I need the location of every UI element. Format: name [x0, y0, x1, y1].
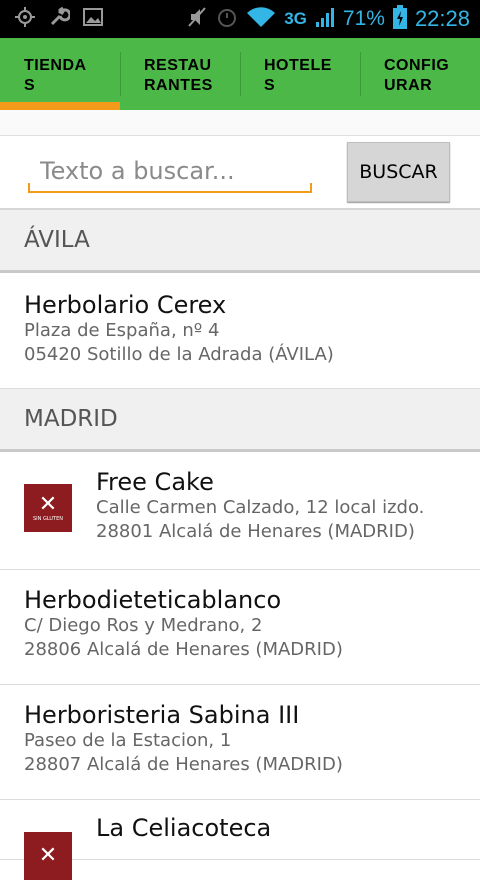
search-input[interactable]	[28, 151, 326, 191]
location-icon	[14, 6, 36, 33]
list-item[interactable]: Herbodieteticablanco C/ Diego Ros y Medr…	[0, 570, 480, 685]
item-city: 28807 Alcalá de Henares (MADRID)	[24, 754, 343, 775]
signal-icon	[315, 6, 335, 33]
section-header-madrid: MADRID	[0, 389, 480, 452]
item-address: Paseo de la Estacion, 1	[24, 730, 232, 751]
section-header-avila: ÁVILA	[0, 210, 480, 273]
mute-icon	[186, 6, 208, 33]
item-city: 28806 Alcalá de Henares (MADRID)	[24, 639, 343, 660]
item-name: Herbodieteticablanco	[24, 586, 282, 614]
tab-configurar[interactable]: CONFIG URAR	[360, 38, 480, 110]
search-row: BUSCAR	[0, 136, 480, 210]
network-type: 3G	[284, 9, 307, 28]
battery-icon	[392, 4, 407, 34]
tab-restaurantes[interactable]: RESTAU RANTES	[120, 38, 240, 110]
status-bar: 3G 71% 22:28	[0, 0, 480, 38]
item-name: Free Cake	[96, 468, 214, 496]
item-city: 05420 Sotillo de la Adrada (ÁVILA)	[24, 344, 334, 365]
tab-hoteles[interactable]: HOTELE S	[240, 38, 360, 110]
alarm-icon	[216, 6, 238, 33]
search-button[interactable]: BUSCAR	[347, 142, 450, 202]
search-field-wrapper	[28, 151, 326, 193]
chef-hat-icon: ✕	[38, 492, 58, 517]
battery-percent: 71%	[342, 7, 385, 30]
gluten-free-logo: ✕	[24, 832, 72, 880]
item-name: La Celiacoteca	[96, 814, 272, 842]
list-item[interactable]: Herboristeria Sabina III Paseo de la Est…	[0, 685, 480, 800]
item-city: 28801 Alcalá de Henares (MADRID)	[96, 521, 415, 542]
logo-label: SIN GLUTEN	[32, 516, 63, 522]
tab-tiendas[interactable]: TIENDA S	[0, 38, 120, 110]
item-name: Herboristeria Sabina III	[24, 701, 300, 729]
list-item[interactable]: ✕ SIN GLUTEN Free Cake Calle Carmen Calz…	[0, 452, 480, 570]
chef-hat-icon: ✕	[38, 843, 58, 868]
item-address: Plaza de España, nº 4	[24, 320, 220, 341]
tab-content-divider	[0, 110, 480, 136]
item-name: Herbolario Cerex	[24, 291, 227, 319]
gluten-free-logo: ✕ SIN GLUTEN	[24, 484, 72, 532]
wifi-icon	[246, 6, 276, 33]
list-item[interactable]: Herbolario Cerex Plaza de España, nº 4 0…	[0, 273, 480, 389]
tab-bar: TIENDA S RESTAU RANTES HOTELE S CONFIG U…	[0, 38, 480, 110]
item-address: C/ Diego Ros y Medrano, 2	[24, 615, 263, 636]
image-icon	[82, 6, 104, 33]
item-address: Calle Carmen Calzado, 12 local izdo.	[96, 497, 425, 518]
list-item[interactable]: ✕ La Celiacoteca	[0, 800, 480, 880]
wrench-icon	[48, 6, 72, 33]
clock: 22:28	[414, 6, 470, 31]
